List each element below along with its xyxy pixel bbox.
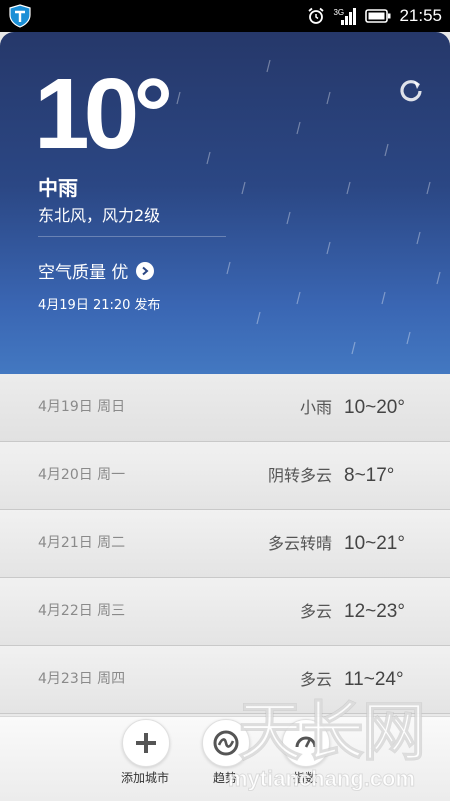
- add-city-button[interactable]: 添加城市: [110, 719, 180, 793]
- shield-app-icon: [9, 4, 31, 28]
- divider: [38, 236, 226, 237]
- chevron-right-icon: [136, 261, 155, 280]
- forecast-date: 4月20日 周一: [38, 467, 126, 483]
- forecast-temp: 11~24°: [344, 669, 404, 690]
- status-bar: 3G 21:55: [0, 0, 450, 32]
- current-temperature: 10°: [34, 58, 173, 170]
- add-city-label: 添加城市: [120, 771, 169, 785]
- forecast-condition: 小雨: [299, 398, 332, 417]
- index-label: 指数: [292, 771, 317, 785]
- forecast-date: 4月21日 周二: [38, 535, 126, 551]
- forecast-row[interactable]: 4月21日 周二 多云转晴 10~21°: [0, 510, 450, 578]
- index-icon: [282, 719, 330, 767]
- wind-info: 东北风，风力2级: [38, 206, 161, 225]
- forecast-temp: 10~20°: [344, 397, 405, 418]
- current-weather-card: 10° 中雨 东北风，风力2级 空气质量 优 4月19日 21:20 发布: [0, 32, 450, 374]
- forecast-date: 4月22日 周三: [38, 603, 126, 619]
- forecast-temp: 10~21°: [344, 533, 405, 554]
- refresh-icon[interactable]: [396, 76, 426, 106]
- signal-icon: 3G: [333, 6, 357, 26]
- trend-icon: [202, 719, 250, 767]
- forecast-condition: 多云: [299, 670, 332, 689]
- air-quality-label: 空气质量 优: [38, 263, 129, 283]
- index-button[interactable]: 指数: [270, 719, 340, 793]
- forecast-row[interactable]: 4月23日 周四 多云 11~24°: [0, 646, 450, 714]
- forecast-row[interactable]: 4月22日 周三 多云 12~23°: [0, 578, 450, 646]
- current-condition: 中雨: [38, 176, 78, 200]
- forecast-row[interactable]: 4月19日 周日 小雨 10~20°: [0, 374, 450, 442]
- plus-icon: [122, 719, 170, 767]
- bottom-toolbar: 添加城市 趋势 指数: [0, 716, 450, 801]
- forecast-temp: 8~17°: [344, 465, 395, 486]
- air-quality-link[interactable]: 空气质量 优: [38, 258, 155, 283]
- trend-label: 趋势: [212, 771, 237, 785]
- publish-time: 4月19日 21:20 发布: [38, 298, 161, 313]
- forecast-temp: 12~23°: [344, 601, 405, 622]
- forecast-condition: 多云转晴: [267, 534, 332, 553]
- forecast-condition: 多云: [299, 602, 332, 621]
- trend-button[interactable]: 趋势: [190, 719, 260, 793]
- battery-icon: [365, 9, 391, 23]
- forecast-condition: 阴转多云: [267, 466, 332, 485]
- status-time: 21:55: [399, 6, 442, 25]
- forecast-row[interactable]: 4月20日 周一 阴转多云 8~17°: [0, 442, 450, 510]
- forecast-date: 4月23日 周四: [38, 671, 126, 687]
- forecast-date: 4月19日 周日: [38, 399, 126, 415]
- alarm-icon: [308, 7, 325, 24]
- forecast-list: 4月19日 周日 小雨 10~20° 4月20日 周一 阴转多云 8~17° 4…: [0, 374, 450, 714]
